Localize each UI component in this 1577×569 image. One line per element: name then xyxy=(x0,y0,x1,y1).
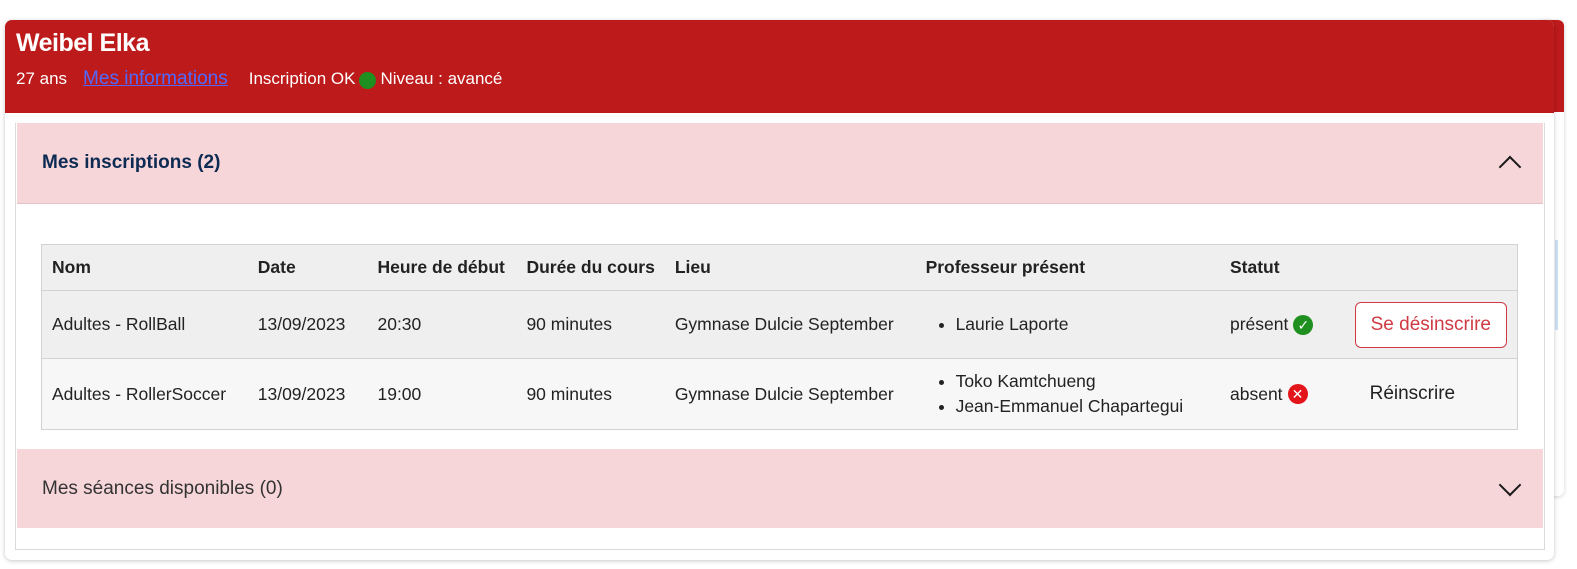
member-card: Weibel Elka 27 ans Mes informations Insc… xyxy=(5,20,1554,560)
member-name: Weibel Elka xyxy=(16,29,150,57)
accordion-title-seances: Mes séances disponibles (0) xyxy=(42,477,283,499)
cell-date: 13/09/2023 xyxy=(247,358,368,430)
cell-duree: 90 minutes xyxy=(516,290,665,359)
column-header-lieu: Lieu xyxy=(664,244,916,291)
cell-heure: 20:30 xyxy=(367,290,517,359)
column-header-date: Date xyxy=(247,244,368,291)
column-header-heure: Heure de début xyxy=(367,244,517,291)
cell-nom: Adultes - RollBall xyxy=(41,290,248,359)
cell-action: Réinscrire xyxy=(1344,358,1518,430)
cell-action: Se désinscrire xyxy=(1344,290,1518,359)
accordion-title-inscriptions: Mes inscriptions (2) xyxy=(42,152,221,173)
accordion-header-seances[interactable]: Mes séances disponibles (0) xyxy=(17,449,1543,528)
member-header: Weibel Elka 27 ans Mes informations Insc… xyxy=(5,20,1554,113)
status-absent: absent ✕ xyxy=(1230,384,1308,405)
unsubscribe-button[interactable]: Se désinscrire xyxy=(1354,301,1507,348)
cell-lieu: Gymnase Dulcie September xyxy=(664,290,916,359)
column-header-duree: Durée du cours xyxy=(516,244,665,291)
check-circle-icon: ✓ xyxy=(1293,314,1314,335)
my-information-link[interactable]: Mes informations xyxy=(83,68,228,90)
background-card-accent xyxy=(1555,240,1558,330)
cell-duree: 90 minutes xyxy=(516,358,665,430)
professor-list: Laurie Laporte xyxy=(926,312,1210,337)
table-row: Adultes - RollerSoccer 13/09/2023 19:00 … xyxy=(41,358,1518,430)
status-label: absent xyxy=(1230,383,1283,404)
column-header-nom: Nom xyxy=(41,244,248,291)
accordion-container: Mes inscriptions (2) Nom Date Heure de d… xyxy=(15,123,1545,550)
cell-professeurs: Toko Kamtchueng Jean-Emmanuel Chapartegu… xyxy=(915,358,1220,430)
professor-item: Jean-Emmanuel Chapartegui xyxy=(956,394,1210,419)
cell-statut: présent ✓ xyxy=(1220,290,1345,359)
x-circle-icon: ✕ xyxy=(1287,384,1308,404)
cell-professeurs: Laurie Laporte xyxy=(915,290,1220,359)
cell-statut: absent ✕ xyxy=(1220,358,1345,430)
cell-heure: 19:00 xyxy=(367,358,517,430)
accordion-header-inscriptions[interactable]: Mes inscriptions (2) xyxy=(17,123,1543,204)
column-header-action xyxy=(1344,244,1518,291)
table-row: Adultes - RollBall 13/09/2023 20:30 90 m… xyxy=(41,290,1518,359)
professor-item: Toko Kamtchueng xyxy=(956,369,1210,394)
resubscribe-button[interactable]: Réinscrire xyxy=(1355,372,1471,416)
professor-item: Laurie Laporte xyxy=(956,312,1210,337)
member-age: 27 ans xyxy=(16,69,68,88)
professor-list: Toko Kamtchueng Jean-Emmanuel Chapartegu… xyxy=(926,369,1210,419)
member-meta: 27 ans Mes informations Inscription OK N… xyxy=(16,68,502,90)
chevron-up-icon[interactable] xyxy=(1498,155,1522,179)
registration-status: Inscription OK Niveau : avancé xyxy=(248,69,503,89)
cell-lieu: Gymnase Dulcie September xyxy=(664,358,916,430)
cell-date: 13/09/2023 xyxy=(247,290,368,359)
registration-status-label: Inscription OK xyxy=(248,69,356,88)
inscriptions-table: Nom Date Heure de début Durée du cours L… xyxy=(41,244,1518,430)
cell-nom: Adultes - RollerSoccer xyxy=(41,358,248,430)
member-level: Niveau : avancé xyxy=(380,69,503,88)
table-header-row: Nom Date Heure de début Durée du cours L… xyxy=(41,244,1518,291)
status-ok-icon xyxy=(359,71,377,89)
column-header-professeur: Professeur présent xyxy=(915,244,1220,291)
status-present: présent ✓ xyxy=(1230,314,1314,335)
column-header-statut: Statut xyxy=(1220,244,1345,291)
status-label: présent xyxy=(1230,314,1289,334)
chevron-down-icon[interactable] xyxy=(1498,473,1522,496)
